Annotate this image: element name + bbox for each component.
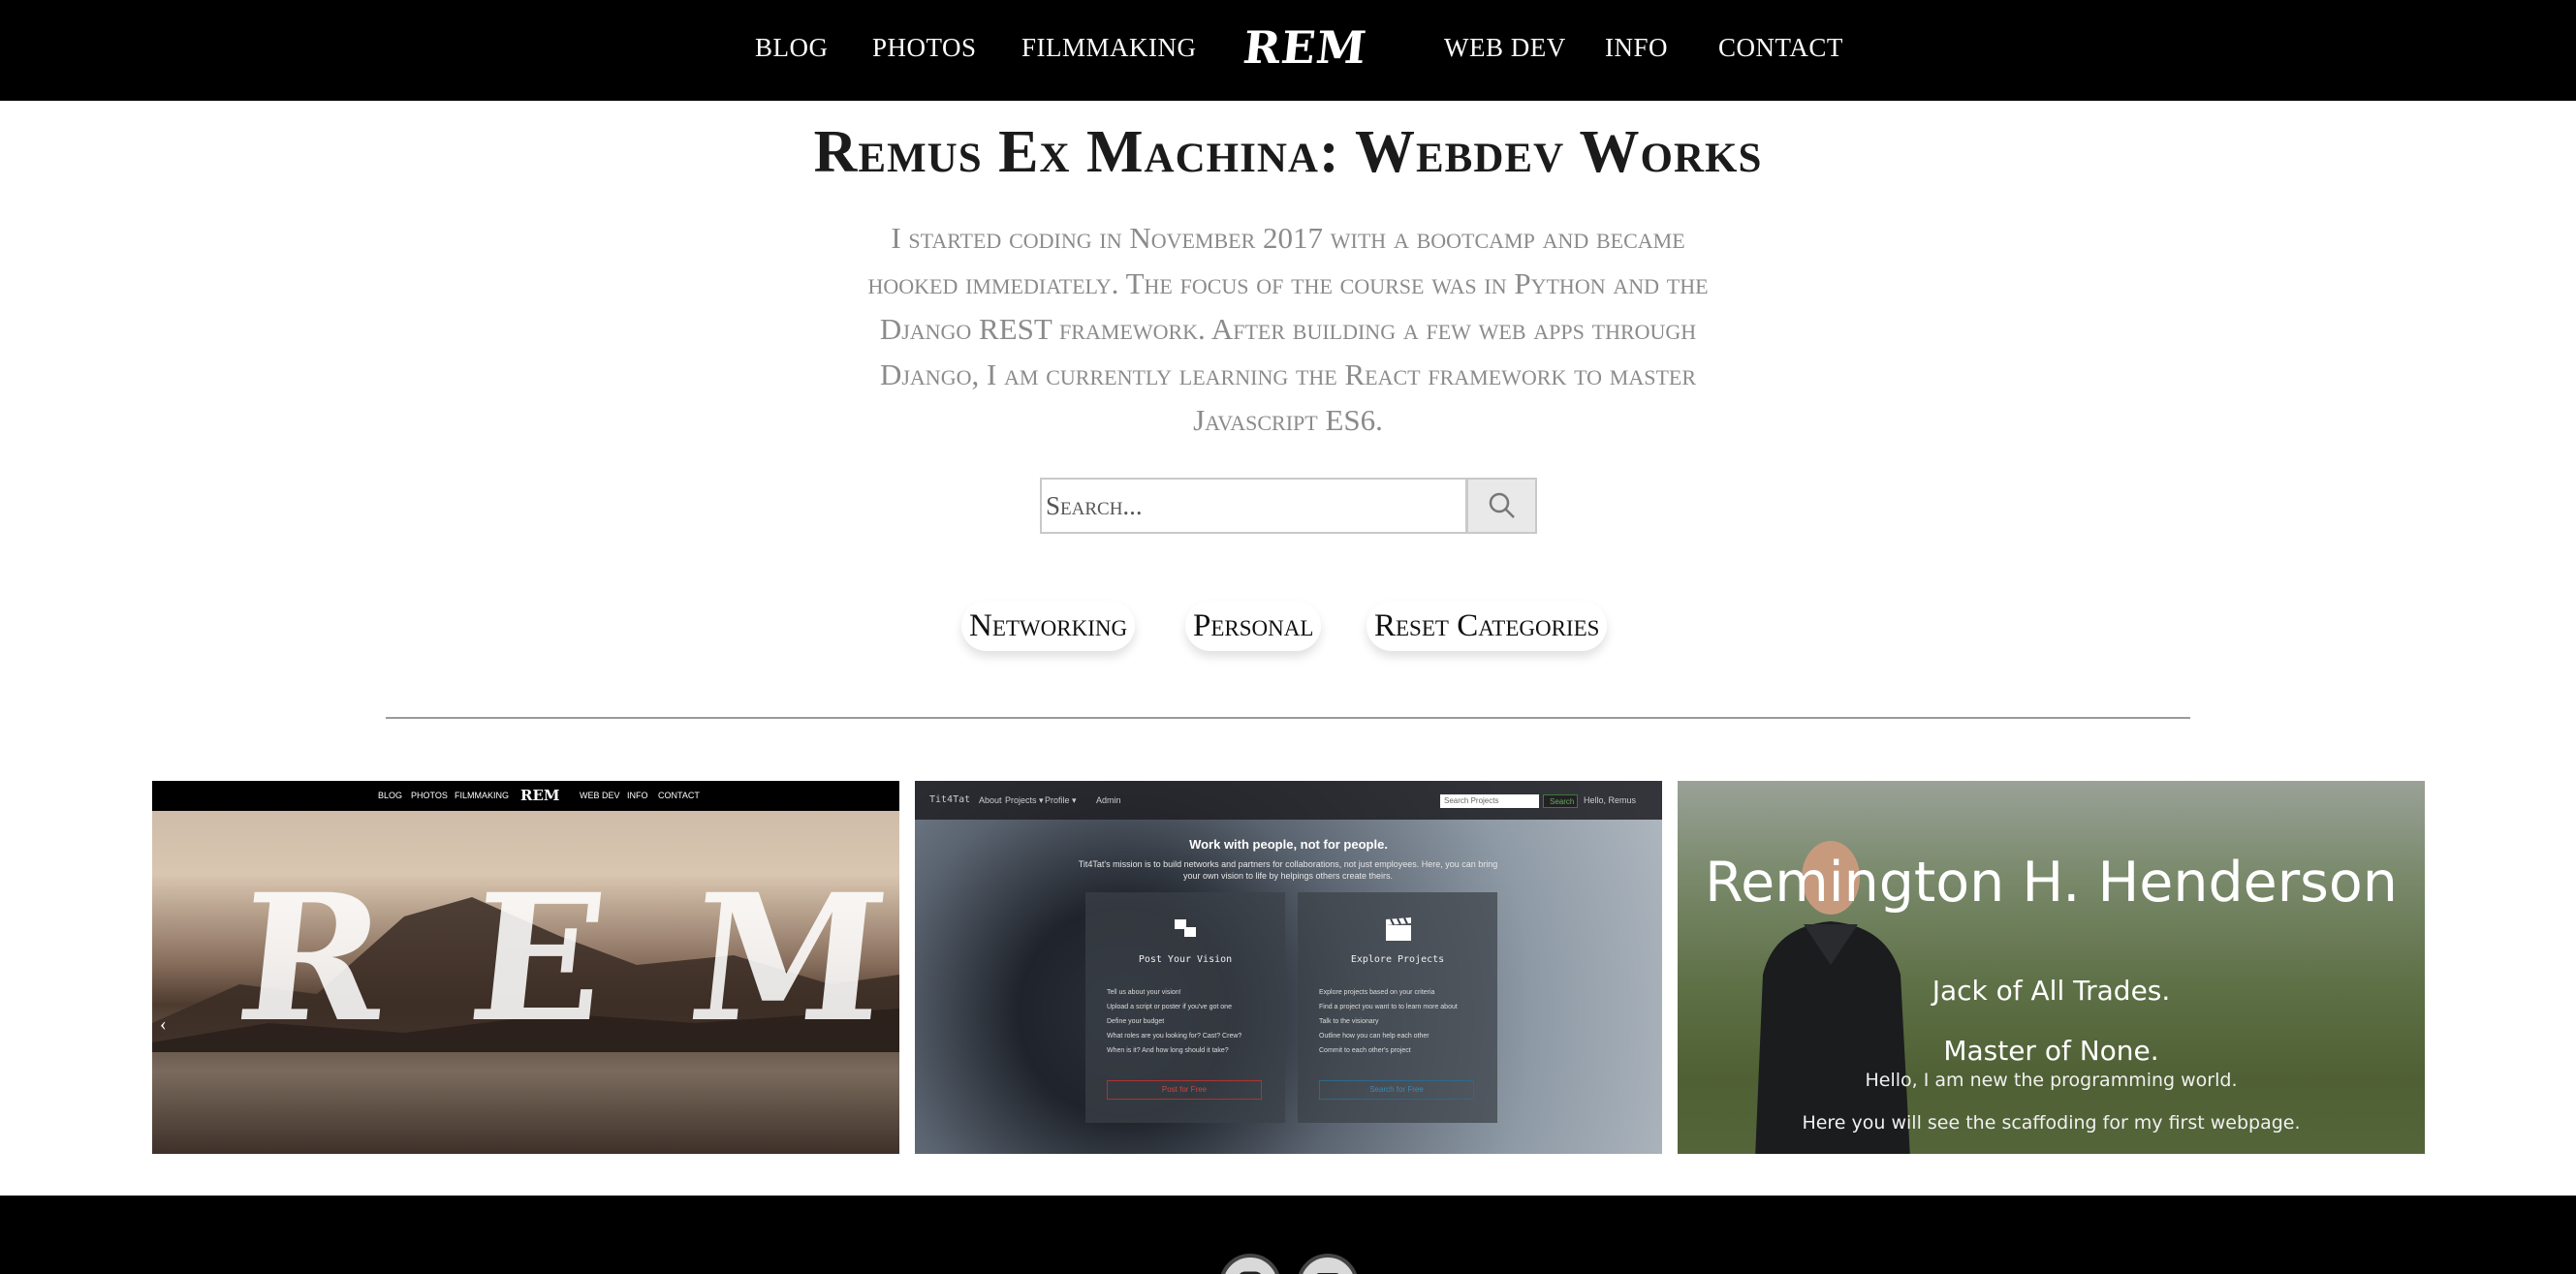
app-brand: Tit4Tat (929, 794, 971, 805)
nav-info[interactable]: INFO (1605, 33, 1668, 63)
nav-blog[interactable]: BLOG (755, 33, 829, 63)
app-search-box: Search Projects (1440, 794, 1539, 808)
mini-nav-logo: REM (520, 787, 560, 804)
app-mission: Tit4Tat's mission is to build networks a… (1078, 859, 1498, 881)
hero-tagline-1: Jack of All Trades. (1932, 975, 2171, 1007)
category-reset[interactable]: Reset Categories (1367, 601, 1608, 651)
app-link-about: About (979, 795, 1002, 805)
nav-filmmaking[interactable]: FILMMAKING (1021, 33, 1197, 63)
panel-list: Explore projects based on your criteria … (1319, 985, 1458, 1058)
card-mini-nav: BLOG PHOTOS FILMMAKING REM WEB DEV INFO … (152, 781, 899, 811)
nav-contact[interactable]: CONTACT (1718, 33, 1843, 63)
list-item: Tell us about your vision! (1107, 989, 1181, 996)
handshake-icon (1175, 919, 1196, 937)
app-search-button-label: Search (1550, 797, 1575, 806)
nav-photos[interactable]: PHOTOS (872, 33, 977, 63)
list-item: Outline how you can help each other (1319, 1033, 1429, 1040)
list-item: Talk to the visionary (1319, 1018, 1379, 1025)
app-search-placeholder: Search Projects (1444, 796, 1499, 805)
app-link-projects: Projects ▾ (1005, 795, 1044, 805)
app-link-profile: Profile ▾ (1045, 795, 1077, 805)
app-link-admin: Admin (1096, 795, 1121, 805)
project-card-personal[interactable]: Remington H. Henderson Jack of All Trade… (1678, 781, 2425, 1154)
site-logo[interactable]: REM (1241, 21, 1369, 74)
app-hello: Hello, Remus (1584, 795, 1637, 805)
list-item: Explore projects based on your criteria (1319, 989, 1435, 996)
hero-text-1: Hello, I am new the programming world. (1865, 1070, 2238, 1091)
page-title: Remus Ex Machina: Webdev Works (813, 119, 1763, 185)
list-item: When is it? And how long should it take? (1107, 1047, 1229, 1054)
search-icon (1489, 492, 1515, 518)
card-app-navbar: Tit4Tat About Projects ▾ Profile ▾ Admin… (915, 781, 1662, 820)
project-card-rem-site[interactable]: BLOG PHOTOS FILMMAKING REM WEB DEV INFO … (152, 781, 899, 1154)
top-nav: BLOG PHOTOS FILMMAKING REM WEB DEV INFO … (0, 0, 2576, 101)
app-headline: Work with people, not for people. (1189, 837, 1388, 852)
carousel-prev-icon[interactable]: ‹ (160, 1013, 167, 1036)
hero-tagline-2: Master of None. (1943, 1035, 2159, 1067)
search-button[interactable] (1466, 478, 1537, 534)
mini-nav-blog: BLOG (378, 791, 403, 800)
instagram-link[interactable] (1219, 1254, 1281, 1274)
list-item: Define your budget (1107, 1018, 1165, 1025)
search-free-button: Search for Free (1319, 1080, 1474, 1100)
list-item: Commit to each other's project (1319, 1047, 1411, 1054)
mini-nav-info: INFO (627, 791, 648, 800)
footer (0, 1196, 2576, 1274)
panel-title: Explore Projects (1350, 954, 1445, 965)
panel-list: Tell us about your vision! Upload a scri… (1107, 985, 1241, 1058)
category-personal[interactable]: Personal (1185, 601, 1322, 651)
list-item: Find a project you want to to learn more… (1319, 1004, 1458, 1010)
mini-nav-filmmaking: FILMMAKING (455, 791, 510, 800)
project-card-tit4tat[interactable]: Tit4Tat About Projects ▾ Profile ▾ Admin… (915, 781, 1662, 1154)
hero-text-2: Here you will see the scaffoding for my … (1802, 1112, 2301, 1134)
panel-explore-projects: Explore Projects Explore projects based … (1298, 892, 1497, 1123)
rem-overlay-text: REM (228, 856, 899, 1061)
search-input[interactable] (1040, 478, 1467, 534)
panel-title: Post Your Vision (1138, 954, 1233, 965)
facebook-link[interactable] (1297, 1254, 1359, 1274)
category-networking[interactable]: Networking (961, 601, 1136, 651)
mini-nav-webdev: WEB DEV (580, 791, 620, 800)
panel-post-vision: Post Your Vision Tell us about your visi… (1085, 892, 1285, 1123)
list-item: What roles are you looking for? Cast? Cr… (1107, 1033, 1242, 1040)
intro-paragraph: I started coding in November 2017 with a… (867, 221, 1709, 437)
hero-name: Remington H. Henderson (1705, 851, 2398, 915)
app-search-button: Search (1543, 794, 1578, 808)
section-divider (386, 717, 2190, 719)
mini-nav-contact: CONTACT (658, 791, 700, 800)
nav-web-dev[interactable]: WEB DEV (1444, 33, 1566, 63)
post-free-button: Post for Free (1107, 1080, 1262, 1100)
clapperboard-icon (1386, 917, 1411, 941)
mini-nav-photos: PHOTOS (411, 791, 448, 800)
list-item: Upload a script or poster if you've got … (1107, 1004, 1232, 1010)
